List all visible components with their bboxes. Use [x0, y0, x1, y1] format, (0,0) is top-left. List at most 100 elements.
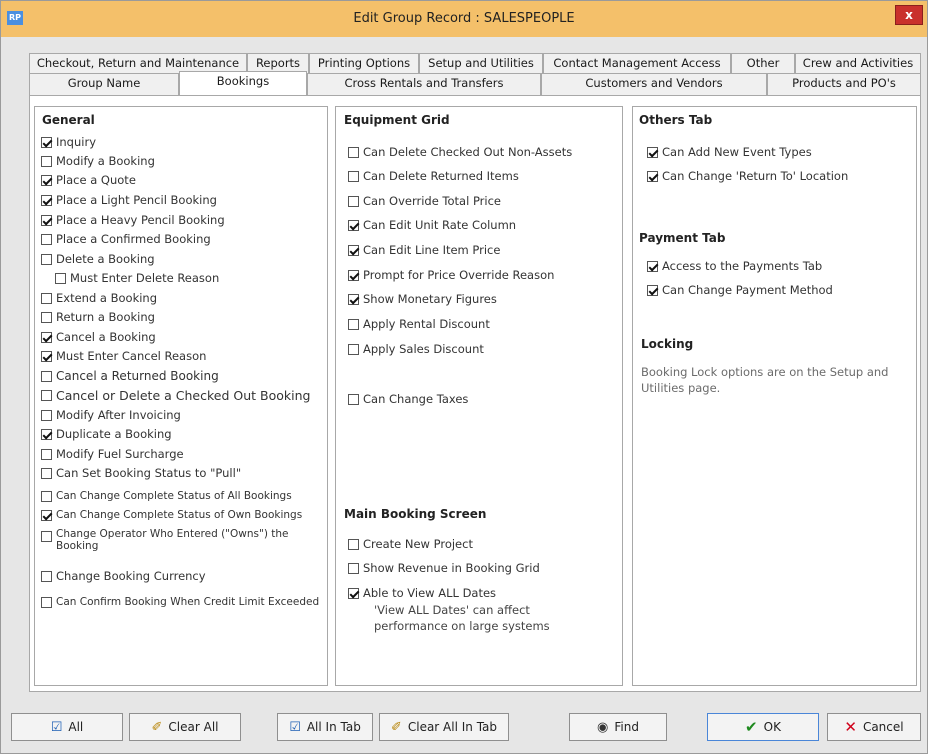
- checkbox-must-enter-delete-reason[interactable]: Must Enter Delete Reason: [55, 271, 219, 285]
- select-all-button[interactable]: ☑ All: [11, 713, 123, 741]
- checkbox-must-enter-cancel-reason[interactable]: Must Enter Cancel Reason: [41, 349, 206, 363]
- checkbox-box[interactable]: [41, 311, 52, 323]
- checkbox-can-delete-returned-items[interactable]: Can Delete Returned Items: [348, 169, 519, 183]
- checkbox-box[interactable]: [41, 370, 52, 382]
- checkbox-box[interactable]: [41, 253, 52, 265]
- checkbox-can-add-new-event-types[interactable]: Can Add New Event Types: [647, 145, 812, 159]
- checkbox-box[interactable]: [41, 136, 52, 148]
- find-button[interactable]: ◉ Find: [569, 713, 667, 741]
- checkbox-can-delete-checked-out-non-assets[interactable]: Can Delete Checked Out Non-Assets: [348, 145, 572, 159]
- checkbox-place-a-confirmed-booking[interactable]: Place a Confirmed Booking: [41, 232, 211, 246]
- checkbox-modify-fuel-surcharge[interactable]: Modify Fuel Surcharge: [41, 447, 184, 461]
- checkbox-box[interactable]: [41, 390, 52, 401]
- checkbox-can-set-booking-status-to-pull[interactable]: Can Set Booking Status to "Pull": [41, 466, 241, 480]
- checkbox-can-override-total-price[interactable]: Can Override Total Price: [348, 194, 501, 208]
- checkbox-box[interactable]: [41, 155, 52, 167]
- close-button[interactable]: x: [895, 5, 923, 25]
- tab-contact-management-access[interactable]: Contact Management Access: [543, 53, 731, 73]
- checkbox-place-a-heavy-pencil-booking[interactable]: Place a Heavy Pencil Booking: [41, 213, 225, 227]
- checkbox-can-edit-line-item-price[interactable]: Can Edit Line Item Price: [348, 243, 500, 257]
- checkbox-box[interactable]: [348, 269, 359, 281]
- checkbox-show-revenue-in-booking-grid[interactable]: Show Revenue in Booking Grid: [348, 561, 540, 575]
- checkbox-return-a-booking[interactable]: Return a Booking: [41, 310, 155, 324]
- tab-crew-activities[interactable]: Crew and Activities: [795, 53, 921, 73]
- cancel-button[interactable]: ✕ Cancel: [827, 713, 921, 741]
- checkbox-box[interactable]: [41, 233, 52, 245]
- checkbox-delete-a-booking[interactable]: Delete a Booking: [41, 252, 155, 266]
- checkbox-able-to-view-all-dates[interactable]: Able to View ALL Dates: [348, 586, 496, 600]
- checkbox-box[interactable]: [41, 596, 52, 608]
- checkbox-box[interactable]: [348, 219, 359, 231]
- checkbox-create-new-project[interactable]: Create New Project: [348, 537, 473, 551]
- checkbox-box[interactable]: [647, 170, 658, 182]
- ok-button[interactable]: ✔ OK: [707, 713, 819, 741]
- checkbox-duplicate-a-booking[interactable]: Duplicate a Booking: [41, 427, 172, 441]
- tab-setup-utilities[interactable]: Setup and Utilities: [419, 53, 543, 73]
- checkbox-cancel-a-returned-booking[interactable]: Cancel a Returned Booking: [41, 369, 219, 383]
- checkbox-modify-after-invoicing[interactable]: Modify After Invoicing: [41, 408, 181, 422]
- checkbox-box[interactable]: [348, 587, 359, 599]
- checkbox-box[interactable]: [348, 343, 359, 355]
- checkbox-can-change-complete-status-of-own-bookings[interactable]: Can Change Complete Status of Own Bookin…: [41, 509, 302, 521]
- checkbox-box[interactable]: [348, 318, 359, 330]
- tab-reports[interactable]: Reports: [247, 53, 309, 73]
- checkbox-box[interactable]: [348, 293, 359, 305]
- checkbox-cancel-or-delete-a-checked-out-booking[interactable]: Cancel or Delete a Checked Out Booking: [41, 388, 310, 403]
- checkbox-can-change-taxes[interactable]: Can Change Taxes: [348, 392, 468, 406]
- checkbox-box[interactable]: [348, 195, 359, 207]
- checkbox-box[interactable]: [55, 272, 66, 284]
- clear-all-in-tab-button[interactable]: ✐ Clear All In Tab: [379, 713, 509, 741]
- checkbox-box[interactable]: [41, 467, 52, 479]
- tab-cross-rentals-transfers[interactable]: Cross Rentals and Transfers: [307, 73, 541, 95]
- checkbox-box[interactable]: [348, 393, 359, 405]
- checkbox-box[interactable]: [41, 409, 52, 421]
- checkbox-cancel-a-booking[interactable]: Cancel a Booking: [41, 330, 156, 344]
- checkbox-box[interactable]: [41, 292, 52, 304]
- checkbox-can-edit-unit-rate-column[interactable]: Can Edit Unit Rate Column: [348, 218, 516, 232]
- checkbox-prompt-for-price-override-reason[interactable]: Prompt for Price Override Reason: [348, 268, 554, 282]
- checkbox-box[interactable]: [647, 284, 658, 296]
- checkbox-box[interactable]: [348, 146, 359, 158]
- checkbox-box[interactable]: [41, 570, 52, 582]
- checkbox-box[interactable]: [41, 428, 52, 440]
- tab-customers-vendors[interactable]: Customers and Vendors: [541, 73, 767, 95]
- checkbox-box[interactable]: [41, 174, 52, 186]
- checkbox-box[interactable]: [647, 260, 658, 272]
- checkbox-can-confirm-booking-when-credit-limit-exceeded[interactable]: Can Confirm Booking When Credit Limit Ex…: [41, 596, 319, 608]
- checkbox-access-to-the-payments-tab[interactable]: Access to the Payments Tab: [647, 259, 822, 273]
- tab-printing-options[interactable]: Printing Options: [309, 53, 419, 73]
- all-in-tab-button[interactable]: ☑ All In Tab: [277, 713, 373, 741]
- checkbox-box[interactable]: [41, 194, 52, 206]
- tab-products-pos[interactable]: Products and PO's: [767, 73, 921, 95]
- checkbox-extend-a-booking[interactable]: Extend a Booking: [41, 291, 157, 305]
- checkbox-change-operator-who-entered-owns-the-booking[interactable]: Change Operator Who Entered ("Owns") the…: [41, 528, 311, 552]
- checkbox-can-change-return-to-location[interactable]: Can Change 'Return To' Location: [647, 169, 848, 183]
- checkbox-can-change-complete-status-of-all-bookings[interactable]: Can Change Complete Status of All Bookin…: [41, 490, 292, 502]
- checkbox-box[interactable]: [348, 538, 359, 550]
- checkbox-box[interactable]: [41, 531, 52, 542]
- checkbox-box[interactable]: [41, 490, 52, 502]
- checkbox-change-booking-currency[interactable]: Change Booking Currency: [41, 569, 206, 583]
- checkbox-can-change-payment-method[interactable]: Can Change Payment Method: [647, 283, 833, 297]
- checkbox-box[interactable]: [348, 170, 359, 182]
- checkbox-box[interactable]: [647, 146, 658, 158]
- clear-all-button[interactable]: ✐ Clear All: [129, 713, 241, 741]
- checkbox-box[interactable]: [41, 448, 52, 460]
- checkbox-box[interactable]: [41, 214, 52, 226]
- checkbox-place-a-light-pencil-booking[interactable]: Place a Light Pencil Booking: [41, 193, 217, 207]
- checkbox-modify-a-booking[interactable]: Modify a Booking: [41, 154, 155, 168]
- tab-checkout-return-maintenance[interactable]: Checkout, Return and Maintenance: [29, 53, 247, 73]
- checkbox-apply-sales-discount[interactable]: Apply Sales Discount: [348, 342, 484, 356]
- checkbox-box[interactable]: [41, 331, 52, 343]
- checkbox-inquiry[interactable]: Inquiry: [41, 135, 96, 149]
- checkbox-apply-rental-discount[interactable]: Apply Rental Discount: [348, 317, 490, 331]
- tab-bookings[interactable]: Bookings: [179, 71, 307, 96]
- checkbox-place-a-quote[interactable]: Place a Quote: [41, 173, 136, 187]
- checkbox-box[interactable]: [41, 350, 52, 362]
- tab-group-name[interactable]: Group Name: [29, 73, 179, 95]
- checkbox-box[interactable]: [348, 244, 359, 256]
- checkbox-box[interactable]: [41, 509, 52, 521]
- checkbox-box[interactable]: [348, 562, 359, 574]
- checkbox-show-monetary-figures[interactable]: Show Monetary Figures: [348, 292, 497, 306]
- tab-other[interactable]: Other: [731, 53, 795, 73]
